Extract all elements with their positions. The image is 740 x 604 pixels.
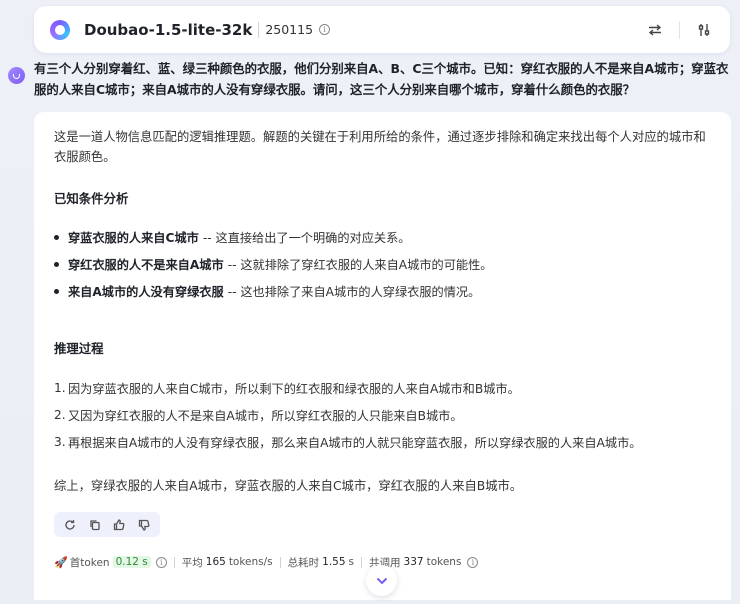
model-header: Doubao-1.5-lite-32k 250115 i (34, 6, 730, 53)
total-call-value: 337 (403, 556, 424, 568)
info-icon[interactable]: i (155, 556, 167, 568)
refresh-icon[interactable] (62, 517, 78, 533)
step-text: 又因为穿红衣服的人不是来自A城市，所以穿红衣服的人只能来自B城市。 (68, 409, 463, 423)
condition-bold: 穿红衣服的人不是来自A城市 (68, 258, 224, 272)
step-number: 3. (54, 435, 66, 449)
user-question: 有三个人分别穿着红、蓝、绿三种颜色的衣服，他们分别来自A、B、C三个城市。已知：… (34, 61, 729, 97)
total-time-label: 总耗时 (287, 556, 320, 569)
sliders-icon[interactable] (694, 20, 714, 40)
condition-text: -- 这直接给出了一个明确的对应关系。 (202, 231, 411, 245)
answer-intro: 这是一道人物信息匹配的逻辑推理题。解题的关键在于利用所给的条件，通过逐步排除和确… (54, 130, 706, 164)
avg-label: 平均 (181, 556, 203, 569)
section-title-reasoning: 推理过程 (54, 341, 104, 356)
header-actions (645, 20, 714, 40)
list-item: 1. 因为穿蓝衣服的人来自C城市，所以剩下的红衣服和绿衣服的人来自A城市和B城市… (54, 378, 711, 398)
list-item: 来自A城市的人没有穿绿衣服 -- 这也排除了来自A城市的人穿绿衣服的情况。 (54, 281, 711, 301)
condition-bold: 来自A城市的人没有穿绿衣服 (68, 285, 224, 299)
bullet-dot (54, 261, 59, 267)
stats-divider (361, 556, 363, 568)
avg-value: 165 (205, 556, 226, 568)
total-time-value: 1.55 (322, 556, 346, 568)
step-text: 再根据来自A城市的人没有穿绿衣服，那么来自A城市的人就只能穿蓝衣服，所以穿绿衣服… (68, 436, 642, 450)
first-token-label: 首token (69, 556, 110, 569)
total-call-unit: tokens (426, 556, 462, 568)
header-actions-divider (679, 20, 680, 39)
condition-text: -- 这也排除了来自A城市的人穿绿衣服的情况。 (227, 285, 481, 299)
list-item: 穿红衣服的人不是来自A城市 -- 这就排除了穿红衣服的人来自A城市的可能性。 (54, 254, 711, 274)
section-title-conditions: 已知条件分析 (54, 191, 129, 206)
assistant-answer-card: 这是一道人物信息匹配的逻辑推理题。解题的关键在于利用所给的条件，通过逐步排除和确… (34, 112, 731, 600)
chevron-down-icon (376, 577, 387, 584)
stats-divider (173, 556, 175, 568)
condition-text: -- 这就排除了穿红衣服的人来自A城市的可能性。 (227, 258, 493, 272)
rocket-icon: 🚀 (54, 555, 68, 569)
bullet-dot (54, 234, 59, 240)
info-icon[interactable]: i (467, 556, 479, 568)
header-divider (258, 21, 260, 38)
scroll-down-button[interactable] (366, 565, 397, 596)
thumbs-up-icon[interactable] (111, 517, 127, 533)
thumbs-down-icon[interactable] (136, 517, 152, 533)
info-icon[interactable]: i (319, 24, 331, 35)
model-version: 250115 (265, 22, 314, 37)
bullet-dot (54, 288, 59, 294)
condition-bold: 穿蓝衣服的人来自C城市 (68, 231, 199, 245)
list-item: 3. 再根据来自A城市的人没有穿绿衣服，那么来自A城市的人就只能穿蓝衣服，所以穿… (54, 432, 711, 452)
answer-conclusion: 综上，穿绿衣服的人来自A城市，穿蓝衣服的人来自C城市，穿红衣服的人来自B城市。 (54, 479, 523, 493)
first-token-value: 0.12 s (112, 556, 151, 568)
message-actions (54, 512, 160, 537)
assistant-avatar (8, 67, 25, 84)
generation-stats: 🚀 首token 0.12 s i 平均 165 tokens/s 总耗时 1.… (54, 554, 479, 570)
total-time-unit: s (348, 556, 355, 568)
avg-unit: tokens/s (228, 556, 273, 568)
list-item: 2. 又因为穿红衣服的人不是来自A城市，所以穿红衣服的人只能来自B城市。 (54, 405, 711, 425)
step-number: 2. (54, 408, 66, 422)
swap-icon[interactable] (645, 20, 665, 40)
stats-divider (279, 556, 281, 568)
copy-icon[interactable] (87, 517, 103, 533)
list-item: 穿蓝衣服的人来自C城市 -- 这直接给出了一个明确的对应关系。 (54, 227, 711, 247)
step-text: 因为穿蓝衣服的人来自C城市，所以剩下的红衣服和绿衣服的人来自A城市和B城市。 (68, 382, 520, 396)
doubao-logo-icon (50, 19, 70, 40)
model-name[interactable]: Doubao-1.5-lite-32k (84, 21, 252, 39)
step-number: 1. (54, 381, 66, 395)
